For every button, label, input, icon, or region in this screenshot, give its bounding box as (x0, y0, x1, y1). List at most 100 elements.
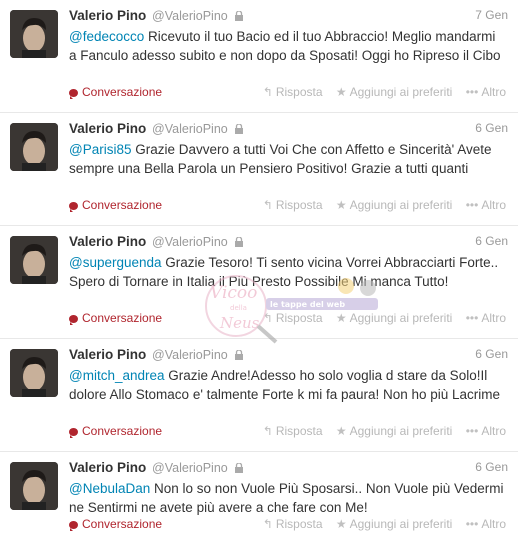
user-handle[interactable]: @ValerioPino (152, 348, 228, 362)
reply-label: Risposta (275, 85, 323, 99)
user-handle[interactable]: @ValerioPino (152, 122, 228, 136)
tweet-date[interactable]: 7 Gen (475, 8, 508, 22)
favorite-button[interactable]: ★ Aggiungi ai preferiti (336, 198, 453, 212)
avatar[interactable] (10, 236, 58, 284)
user-name[interactable]: Valerio Pino (69, 234, 146, 249)
tweet: Valerio Pino @ValerioPino 6 Gen @mitch_a… (0, 339, 518, 452)
tweet-header: Valerio Pino @ValerioPino 6 Gen (69, 234, 508, 252)
more-label: Altro (481, 424, 506, 438)
tweet: Valerio Pino @ValerioPino 6 Gen @supergu… (0, 226, 518, 339)
conversation-label: Conversazione (82, 311, 163, 325)
conversation-label: Conversazione (82, 85, 163, 99)
mention-link[interactable]: @Parisi85 (69, 142, 131, 157)
reply-button[interactable]: ↰ Risposta (263, 517, 323, 531)
favorite-label: Aggiungi ai preferiti (349, 517, 453, 531)
favorite-label: Aggiungi ai preferiti (349, 85, 453, 99)
conversation-link[interactable]: Conversazione (69, 311, 162, 325)
tweet-text: @Parisi85 Grazie Davvero a tutti Voi Che… (69, 140, 506, 178)
more-icon: ••• (465, 311, 479, 325)
lock-icon (234, 348, 243, 363)
user-handle[interactable]: @ValerioPino (152, 235, 228, 249)
tweet: Valerio Pino @ValerioPino 6 Gen @Parisi8… (0, 113, 518, 226)
avatar[interactable] (10, 349, 58, 397)
favorite-button[interactable]: ★ Aggiungi ai preferiti (336, 85, 453, 99)
avatar[interactable] (10, 10, 58, 58)
tweet-text: @superguenda Grazie Tesoro! Ti sento vic… (69, 253, 506, 291)
star-icon: ★ (335, 311, 347, 325)
tweet-text: @fedecocco Ricevuto il tuo Bacio ed il t… (69, 27, 506, 65)
tweet-actions: ↰ Risposta ★ Aggiungi ai preferiti ••• Altr… (253, 517, 506, 531)
reply-label: Risposta (275, 517, 323, 531)
reply-button[interactable]: ↰ Risposta (263, 311, 323, 325)
reply-icon: ↰ (262, 517, 273, 531)
reply-button[interactable]: ↰ Risposta (263, 424, 323, 438)
more-icon: ••• (465, 85, 479, 99)
tweet-actions: ↰ Risposta ★ Aggiungi ai preferiti ••• Altr… (253, 424, 506, 438)
user-name[interactable]: Valerio Pino (69, 121, 146, 136)
reply-label: Risposta (275, 311, 323, 325)
reply-label: Risposta (275, 424, 323, 438)
mention-link[interactable]: @mitch_andrea (69, 368, 165, 383)
favorite-button[interactable]: ★ Aggiungi ai preferiti (336, 517, 453, 531)
more-button[interactable]: ••• Altro (466, 311, 506, 325)
reply-button[interactable]: ↰ Risposta (263, 85, 323, 99)
tweet-actions: ↰ Risposta ★ Aggiungi ai preferiti ••• Altr… (253, 85, 506, 99)
user-handle[interactable]: @ValerioPino (152, 461, 228, 475)
star-icon: ★ (335, 424, 347, 438)
tweet-feed: Valerio Pino @ValerioPino 7 Gen @fedecoc… (0, 0, 518, 535)
conversation-label: Conversazione (82, 198, 163, 212)
reply-icon: ↰ (262, 311, 273, 325)
conversation-link[interactable]: Conversazione (69, 424, 162, 438)
tweet-actions: ↰ Risposta ★ Aggiungi ai preferiti ••• Altr… (253, 311, 506, 325)
conversation-label: Conversazione (82, 517, 163, 531)
tweet-date[interactable]: 6 Gen (475, 121, 508, 135)
avatar[interactable] (10, 123, 58, 171)
conversation-icon (69, 202, 78, 212)
more-button[interactable]: ••• Altro (466, 517, 506, 531)
more-label: Altro (481, 517, 506, 531)
more-icon: ••• (465, 424, 479, 438)
favorite-label: Aggiungi ai preferiti (349, 311, 453, 325)
tweet-header: Valerio Pino @ValerioPino 6 Gen (69, 121, 508, 139)
tweet-body: Grazie Davvero a tutti Voi Che con Affet… (69, 142, 492, 176)
mention-link[interactable]: @NebulaDan (69, 481, 150, 496)
favorite-button[interactable]: ★ Aggiungi ai preferiti (336, 311, 453, 325)
mention-link[interactable]: @fedecocco (69, 29, 144, 44)
user-name[interactable]: Valerio Pino (69, 8, 146, 23)
favorite-label: Aggiungi ai preferiti (349, 198, 453, 212)
reply-icon: ↰ (262, 85, 273, 99)
tweet: Valerio Pino @ValerioPino 6 Gen @NebulaD… (0, 452, 518, 535)
more-icon: ••• (465, 198, 479, 212)
tweet-date[interactable]: 6 Gen (475, 460, 508, 474)
star-icon: ★ (335, 517, 347, 531)
conversation-link[interactable]: Conversazione (69, 85, 162, 99)
more-button[interactable]: ••• Altro (466, 198, 506, 212)
conversation-icon (69, 89, 78, 99)
tweet-actions: ↰ Risposta ★ Aggiungi ai preferiti ••• Altr… (253, 198, 506, 212)
mention-link[interactable]: @superguenda (69, 255, 162, 270)
tweet-date[interactable]: 6 Gen (475, 234, 508, 248)
user-name[interactable]: Valerio Pino (69, 347, 146, 362)
tweet-text: @mitch_andrea Grazie Andre!Adesso ho sol… (69, 366, 506, 404)
lock-icon (234, 9, 243, 24)
conversation-icon (69, 521, 78, 531)
tweet-date[interactable]: 6 Gen (475, 347, 508, 361)
more-button[interactable]: ••• Altro (466, 85, 506, 99)
user-name[interactable]: Valerio Pino (69, 460, 146, 475)
lock-icon (234, 122, 243, 137)
conversation-icon (69, 428, 78, 438)
conversation-link[interactable]: Conversazione (69, 198, 162, 212)
more-label: Altro (481, 198, 506, 212)
more-button[interactable]: ••• Altro (466, 424, 506, 438)
avatar[interactable] (10, 462, 58, 510)
conversation-link[interactable]: Conversazione (69, 517, 162, 531)
reply-button[interactable]: ↰ Risposta (263, 198, 323, 212)
lock-icon (234, 235, 243, 250)
tweet-header: Valerio Pino @ValerioPino 6 Gen (69, 460, 508, 478)
favorite-button[interactable]: ★ Aggiungi ai preferiti (336, 424, 453, 438)
reply-icon: ↰ (262, 198, 273, 212)
reply-label: Risposta (275, 198, 323, 212)
user-handle[interactable]: @ValerioPino (152, 9, 228, 23)
more-icon: ••• (465, 517, 479, 531)
tweet-header: Valerio Pino @ValerioPino 7 Gen (69, 8, 508, 26)
